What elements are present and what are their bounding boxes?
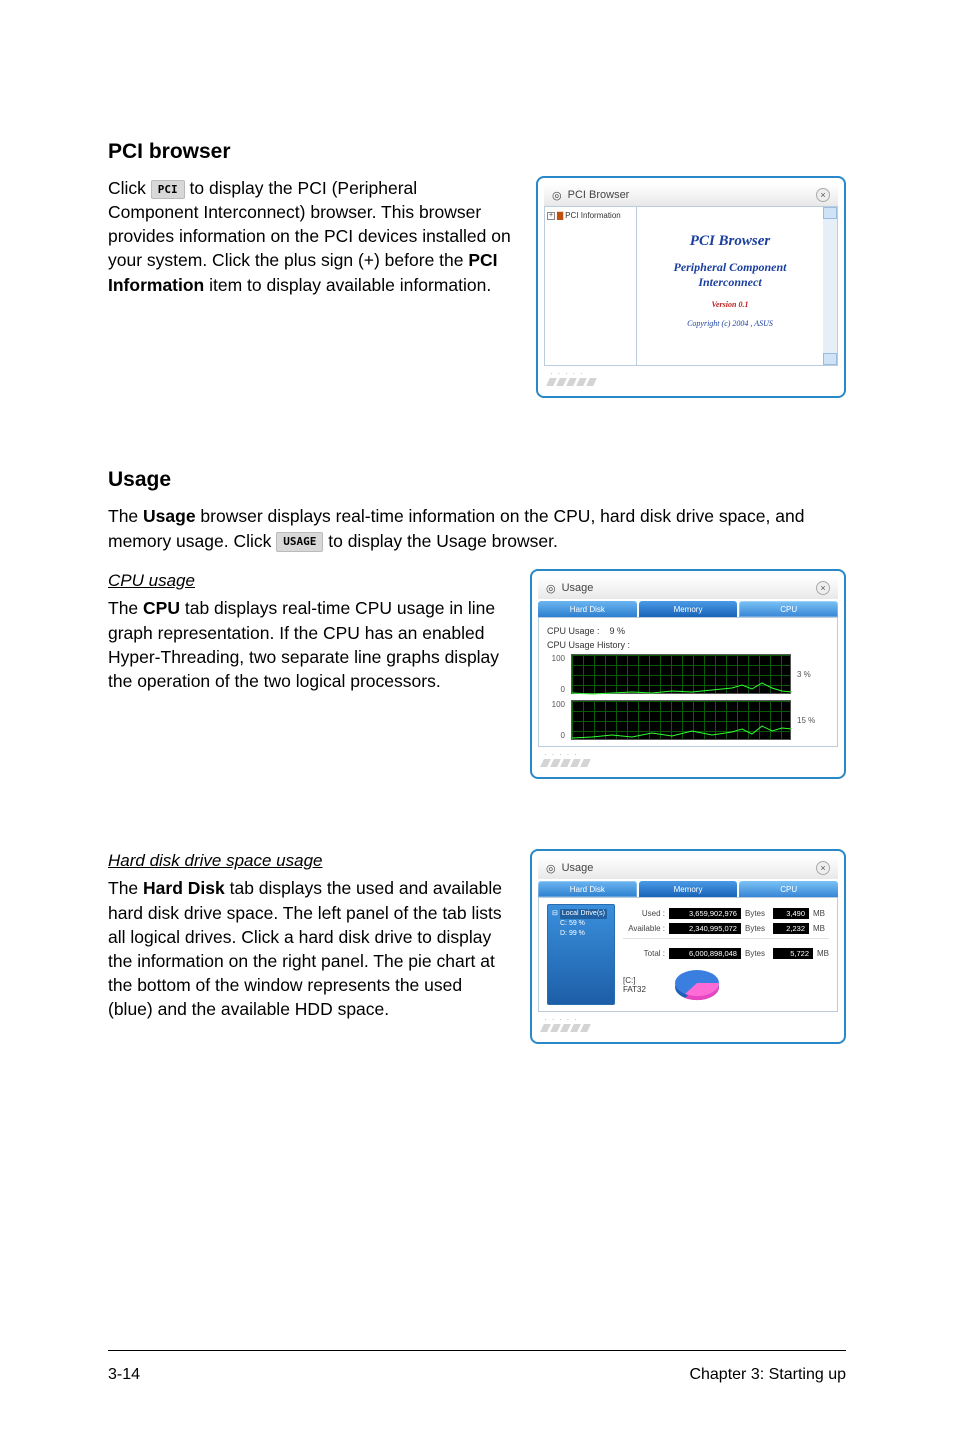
hdd-subheading: Hard disk drive space usage xyxy=(108,849,506,872)
usage-tabs: Hard Disk Memory CPU xyxy=(538,881,838,897)
app-icon: ◎ xyxy=(552,189,562,202)
window-grip xyxy=(544,378,838,390)
cpu-bold: CPU xyxy=(143,598,180,618)
pci-paragraph: Click PCI to display the PCI (Peripheral… xyxy=(108,176,512,297)
pci-section: PCI browser Click PCI to display the PCI… xyxy=(108,140,846,398)
usage-heading: Usage xyxy=(108,468,846,492)
mb-unit: MB xyxy=(817,949,829,958)
scroll-down-icon[interactable] xyxy=(823,353,837,365)
total-mb: 5,722 xyxy=(773,948,813,959)
window-title: ◎Usage xyxy=(546,582,593,595)
window-grip xyxy=(538,1024,838,1036)
usage-tabs: Hard Disk Memory CPU xyxy=(538,601,838,617)
app-icon: ◎ xyxy=(546,582,556,595)
tab-hard-disk[interactable]: Hard Disk xyxy=(538,881,637,897)
window-grip xyxy=(538,759,838,771)
tab-cpu[interactable]: CPU xyxy=(739,881,838,897)
mb-unit: MB xyxy=(813,924,825,933)
bytes-unit: Bytes xyxy=(745,924,765,933)
splash-title: PCI Browser xyxy=(690,233,770,250)
total-label: Total : xyxy=(623,949,665,958)
cpu-pct-2: 15 % xyxy=(797,716,815,725)
tab-memory[interactable]: Memory xyxy=(639,881,738,897)
window-title-text: PCI Browser xyxy=(568,189,630,201)
page-footer: 3-14 Chapter 3: Starting up xyxy=(108,1366,846,1384)
y-axis-bottom: 0 xyxy=(547,731,565,740)
drive-detail-pane: Used : 3,659,902,976 Bytes 3,490 MB Avai… xyxy=(623,904,829,1005)
window-title: ◎ PCI Browser xyxy=(552,189,629,202)
cpu-paragraph: CPU usage The CPU tab displays real-time… xyxy=(108,569,506,693)
y-axis-top: 100 xyxy=(547,654,565,663)
text: item to display available information. xyxy=(204,275,491,295)
avail-label: Available : xyxy=(623,924,665,933)
window-footer-decor: · · · · · xyxy=(538,747,838,759)
avail-bytes: 2,340,995,072 xyxy=(669,923,741,934)
drive-header: Local Drive(s) xyxy=(560,909,607,919)
bytes-unit: Bytes xyxy=(745,949,765,958)
cpu-usage-label: CPU Usage : 9 % xyxy=(547,626,829,636)
cpu-history-label: CPU Usage History : xyxy=(547,640,829,650)
splash-copyright: Copyright (c) 2004 , ASUS xyxy=(687,319,773,328)
hdd-paragraph: Hard disk drive space usage The Hard Dis… xyxy=(108,849,506,1021)
tab-cpu[interactable]: CPU xyxy=(739,601,838,617)
usage-button-icon: USAGE xyxy=(276,532,323,551)
window-footer-decor: · · · · · xyxy=(544,366,838,378)
splash-subtitle: Peripheral Component Interconnect xyxy=(673,260,786,290)
chapter-label: Chapter 3: Starting up xyxy=(689,1366,846,1384)
window-title: ◎Usage xyxy=(546,862,593,875)
used-mb: 3,490 xyxy=(773,908,809,919)
y-axis-top: 100 xyxy=(547,700,565,709)
avail-mb: 2,232 xyxy=(773,923,809,934)
cpu-subheading: CPU usage xyxy=(108,569,506,592)
pie-chart xyxy=(671,965,723,1005)
tree-expand-icon[interactable]: + xyxy=(547,212,555,220)
pci-browser-window: ◎ PCI Browser × + ▇ PCI Information xyxy=(536,176,846,398)
close-icon[interactable]: × xyxy=(816,188,830,202)
cpu-chart-2 xyxy=(571,700,791,740)
page-number: 3-14 xyxy=(108,1366,140,1384)
bytes-unit: Bytes xyxy=(745,909,765,918)
pci-splash-pane: PCI Browser Peripheral Component Interco… xyxy=(637,207,823,365)
close-icon[interactable]: × xyxy=(816,581,830,595)
tab-memory[interactable]: Memory xyxy=(639,601,738,617)
text: Click xyxy=(108,178,146,198)
cpu-pct-1: 3 % xyxy=(797,670,811,679)
close-icon[interactable]: × xyxy=(816,861,830,875)
usage-intro: The Usage browser displays real-time inf… xyxy=(108,504,846,553)
y-axis-bottom: 0 xyxy=(547,685,565,694)
scrollbar[interactable] xyxy=(823,207,837,365)
mb-unit: MB xyxy=(813,909,825,918)
cpu-line-1 xyxy=(572,655,792,695)
cpu-usage-value: 9 % xyxy=(610,626,626,636)
cpu-chart-1 xyxy=(571,654,791,694)
pci-tree-pane: + ▇ PCI Information xyxy=(545,207,637,365)
usage-section: Usage The Usage browser displays real-ti… xyxy=(108,468,846,1044)
total-bytes: 6,000,898,048 xyxy=(669,948,741,959)
drive-c-item[interactable]: C: 59 % xyxy=(552,919,610,929)
usage-hdd-window: ◎Usage × Hard Disk Memory CPU ⊟ Local Dr… xyxy=(530,849,846,1044)
pci-heading: PCI browser xyxy=(108,140,846,164)
tree-item-label[interactable]: PCI Information xyxy=(565,211,621,220)
pie-label: [C:] FAT32 xyxy=(623,976,665,994)
usage-cpu-window: ◎Usage × Hard Disk Memory CPU CPU Usage … xyxy=(530,569,846,779)
pci-button-icon: PCI xyxy=(151,180,185,199)
used-label: Used : xyxy=(623,909,665,918)
tab-hard-disk[interactable]: Hard Disk xyxy=(538,601,637,617)
drive-list: ⊟ Local Drive(s) C: 59 % D: 99 % xyxy=(547,904,615,1005)
scroll-up-icon[interactable] xyxy=(823,207,837,219)
drive-d-item[interactable]: D: 99 % xyxy=(552,929,610,939)
app-icon: ◎ xyxy=(546,862,556,875)
usage-bold: Usage xyxy=(143,506,196,526)
hdd-bold: Hard Disk xyxy=(143,878,225,898)
window-footer-decor: · · · · · xyxy=(538,1012,838,1024)
splash-version: Version 0.1 xyxy=(712,300,749,309)
used-bytes: 3,659,902,976 xyxy=(669,908,741,919)
cpu-line-2 xyxy=(572,701,792,741)
folder-icon: ▇ xyxy=(557,211,563,220)
